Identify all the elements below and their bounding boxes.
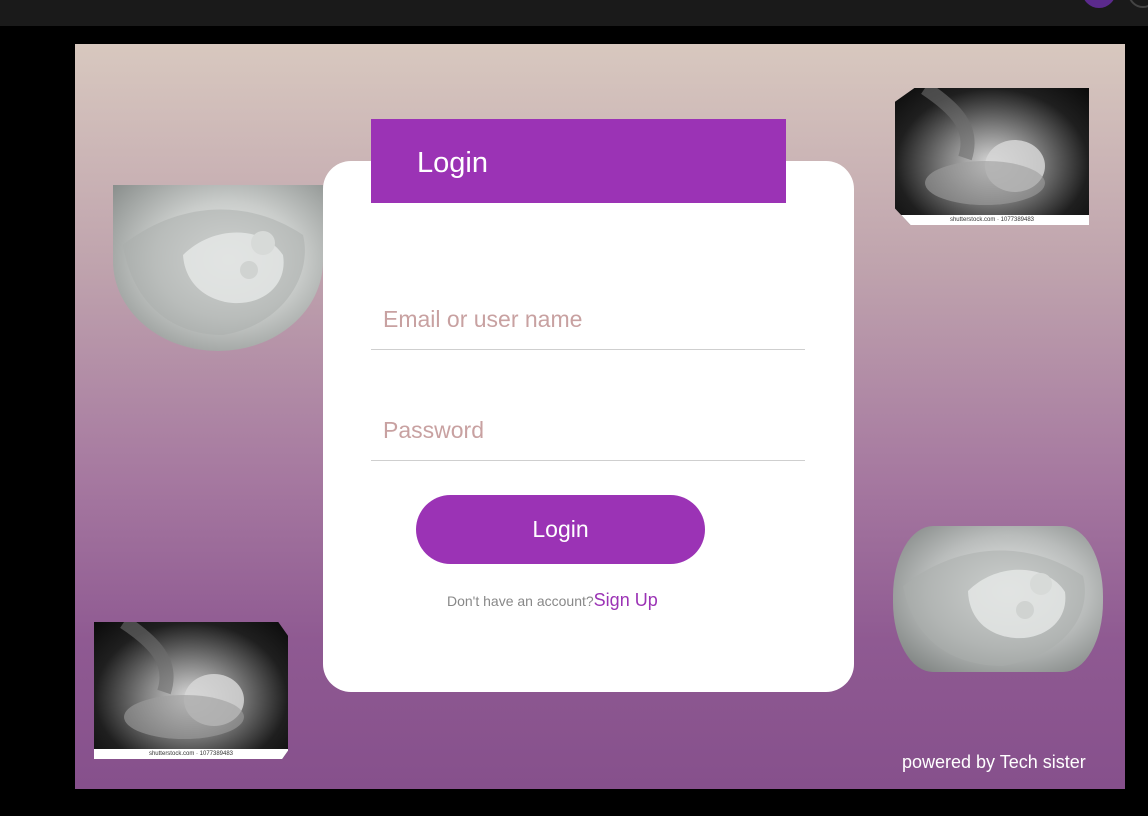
- hands-illustration-icon: [903, 550, 1085, 666]
- password-field: [371, 401, 805, 461]
- mother-baby-illustration-icon: [120, 622, 244, 739]
- email-field: [371, 290, 805, 350]
- login-header: Login: [371, 119, 786, 203]
- photo-credit: shutterstock.com · 1077389483: [895, 215, 1089, 225]
- signup-prompt: Don't have an account?: [447, 593, 594, 609]
- powered-by-text: powered by Tech sister: [902, 752, 1086, 772]
- photo-credit: shutterstock.com · 1077389483: [94, 749, 288, 759]
- signup-prompt-row: Don't have an account?Sign Up: [447, 590, 658, 611]
- hands-photo-right: [893, 526, 1103, 672]
- mother-baby-illustration-icon: [921, 88, 1045, 205]
- login-page: shutterstock.com · 1077389483 shuttersto…: [75, 44, 1125, 789]
- breastfeeding-photo-top: shutterstock.com · 1077389483: [895, 88, 1089, 225]
- login-title: Login: [417, 147, 488, 179]
- password-input[interactable]: [383, 413, 793, 447]
- login-button[interactable]: Login: [416, 495, 705, 564]
- hands-photo-left: [113, 185, 323, 351]
- browser-top-bar: [0, 0, 1148, 26]
- email-input[interactable]: [383, 302, 793, 336]
- hands-illustration-icon: [123, 209, 305, 335]
- profile-avatar[interactable]: [1082, 0, 1116, 8]
- extension-icon[interactable]: [1128, 0, 1148, 8]
- breastfeeding-photo-bottom: shutterstock.com · 1077389483: [94, 622, 288, 759]
- signup-link[interactable]: Sign Up: [594, 590, 658, 610]
